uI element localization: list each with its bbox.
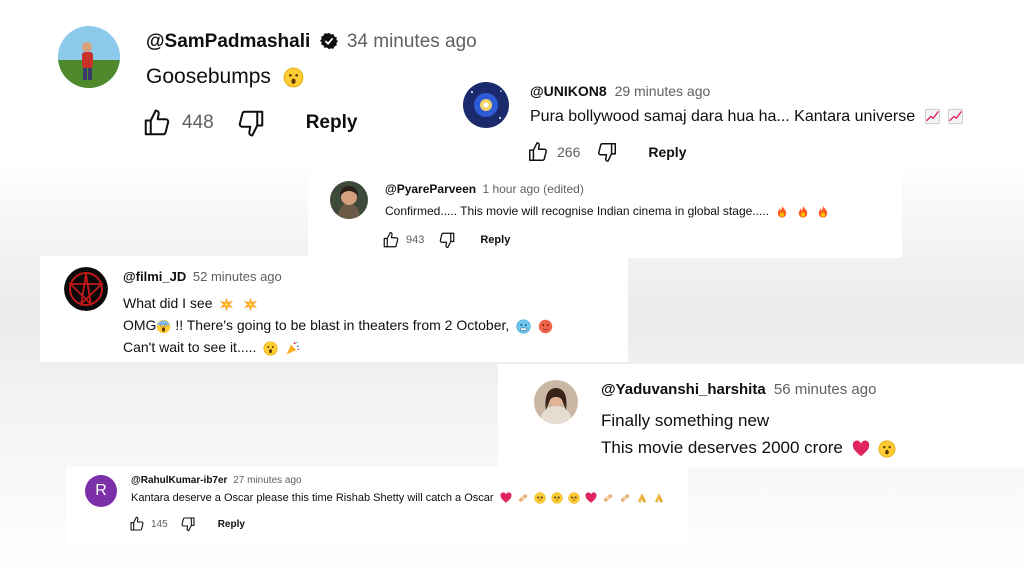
comment-line: OMG !! There's going to be blast in thea… bbox=[123, 314, 553, 336]
like-count: 266 bbox=[557, 144, 581, 160]
author-handle[interactable]: @filmi_JD bbox=[123, 269, 186, 284]
comment-line: Can't wait to see it..... bbox=[123, 336, 553, 358]
comment-line: What did I see bbox=[123, 292, 553, 314]
hot-face-icon bbox=[538, 319, 553, 334]
comment-text: Confirmed..... This movie will recognise… bbox=[385, 204, 830, 219]
like-count: 145 bbox=[151, 518, 168, 530]
chart-increasing-icon bbox=[924, 108, 941, 125]
like-button[interactable] bbox=[142, 108, 172, 138]
comment-line-text: !! There's going to be blast in theaters… bbox=[175, 317, 510, 333]
reply-button[interactable]: Reply bbox=[218, 519, 245, 530]
avatar-photo-icon bbox=[330, 181, 368, 219]
comment-timestamp: 52 minutes ago bbox=[192, 269, 282, 284]
comment-timestamp: 29 minutes ago bbox=[614, 83, 711, 99]
fire-icon bbox=[816, 205, 830, 219]
red-heart-icon bbox=[500, 492, 512, 504]
fire-icon bbox=[775, 205, 789, 219]
author-handle[interactable]: @Yaduvanshi_harshita bbox=[601, 381, 766, 398]
comment-text: Finally something new This movie deserve… bbox=[601, 407, 896, 461]
comment-line: Goosebumps bbox=[146, 65, 271, 88]
comment-author[interactable]: @Yaduvanshi_harshita 56 minutes ago bbox=[601, 381, 876, 398]
comment-actions: 448 Reply bbox=[142, 108, 357, 138]
comment-author[interactable]: @filmi_JD 52 minutes ago bbox=[123, 269, 282, 284]
bandage-icon bbox=[517, 492, 529, 504]
red-heart-icon bbox=[852, 440, 870, 458]
avatar-photo-icon bbox=[58, 26, 120, 88]
avatar[interactable] bbox=[330, 181, 368, 219]
comment-author[interactable]: @SamPadmashali 34 minutes ago bbox=[146, 31, 477, 53]
author-handle[interactable]: @SamPadmashali bbox=[146, 31, 310, 52]
comment-timestamp: 34 minutes ago bbox=[346, 31, 477, 52]
comment-text: What did I see OMG !! There's going to b… bbox=[123, 292, 553, 358]
avatar[interactable] bbox=[534, 380, 578, 424]
reply-button[interactable]: Reply bbox=[648, 144, 686, 160]
comment-actions: 145 Reply bbox=[129, 516, 245, 532]
reply-button[interactable]: Reply bbox=[480, 234, 510, 246]
comment-line: Finally something new bbox=[601, 411, 770, 430]
comment-author[interactable]: @RahulKumar-ib7er 27 minutes ago bbox=[131, 475, 302, 486]
author-handle[interactable]: @RahulKumar-ib7er bbox=[131, 475, 227, 486]
folded-hands-icon bbox=[636, 492, 648, 504]
bandage-icon bbox=[602, 492, 614, 504]
astonished-face-icon bbox=[263, 341, 278, 356]
pleading-face-icon bbox=[551, 492, 563, 504]
scream-face-icon bbox=[156, 319, 171, 334]
dislike-button[interactable] bbox=[438, 231, 456, 249]
like-button[interactable] bbox=[527, 141, 549, 163]
like-count: 448 bbox=[182, 112, 214, 133]
party-popper-icon bbox=[285, 341, 300, 356]
comment-timestamp: 27 minutes ago bbox=[233, 475, 302, 486]
chart-increasing-icon bbox=[947, 108, 964, 125]
comment-line-text: Can't wait to see it..... bbox=[123, 339, 257, 355]
cold-face-icon bbox=[516, 319, 531, 334]
folded-hands-icon bbox=[653, 492, 665, 504]
comment-line-text: OMG bbox=[123, 317, 157, 333]
comment-actions: 266 Reply bbox=[527, 141, 686, 163]
comment-text: Kantara deserve a Oscar please this time… bbox=[131, 492, 665, 504]
dislike-button[interactable] bbox=[180, 516, 196, 532]
comment-author[interactable]: @PyareParveen 1 hour ago (edited) bbox=[385, 182, 584, 196]
avatar[interactable] bbox=[463, 82, 509, 128]
comment-line-text: This movie deserves 2000 crore bbox=[601, 438, 843, 457]
verified-check-icon bbox=[319, 32, 338, 50]
comment-line: Pura bollywood samaj dara hua ha... Kant… bbox=[530, 108, 916, 125]
fire-icon bbox=[796, 205, 810, 219]
author-handle[interactable]: @UNIKON8 bbox=[530, 83, 607, 99]
comment-author[interactable]: @UNIKON8 29 minutes ago bbox=[530, 83, 710, 99]
like-button[interactable] bbox=[382, 231, 400, 249]
dislike-button[interactable] bbox=[596, 141, 618, 163]
comment-line: This movie deserves 2000 crore bbox=[601, 434, 896, 461]
pleading-face-icon bbox=[568, 492, 580, 504]
red-heart-icon bbox=[585, 492, 597, 504]
avatar-letter: R bbox=[95, 482, 107, 499]
astonished-face-icon bbox=[878, 440, 896, 458]
like-count: 943 bbox=[406, 234, 425, 246]
comment-timestamp: 1 hour ago (edited) bbox=[482, 182, 584, 196]
avatar[interactable] bbox=[58, 26, 120, 88]
astonished-face-icon bbox=[283, 67, 304, 88]
collision-icon bbox=[243, 297, 258, 312]
avatar-photo-icon bbox=[534, 380, 578, 424]
pleading-face-icon bbox=[534, 492, 546, 504]
comment-text: Goosebumps bbox=[146, 65, 304, 89]
comment-actions: 943 Reply bbox=[382, 231, 510, 249]
bandage-icon bbox=[619, 492, 631, 504]
avatar-pentagram-icon bbox=[64, 267, 108, 311]
reply-button[interactable]: Reply bbox=[306, 112, 358, 134]
comment-line-text: What did I see bbox=[123, 295, 213, 311]
collision-icon bbox=[219, 297, 234, 312]
avatar-galaxy-icon bbox=[463, 82, 509, 128]
avatar[interactable] bbox=[64, 267, 108, 311]
author-handle[interactable]: @PyareParveen bbox=[385, 182, 476, 196]
like-button[interactable] bbox=[129, 516, 145, 532]
dislike-button[interactable] bbox=[236, 108, 266, 138]
comment-timestamp: 56 minutes ago bbox=[773, 381, 877, 398]
avatar[interactable]: R bbox=[85, 475, 117, 507]
comment-line: Kantara deserve a Oscar please this time… bbox=[131, 492, 494, 504]
comment-text: Pura bollywood samaj dara hua ha... Kant… bbox=[530, 108, 964, 126]
comment-line: Confirmed..... This movie will recognise… bbox=[385, 204, 769, 218]
